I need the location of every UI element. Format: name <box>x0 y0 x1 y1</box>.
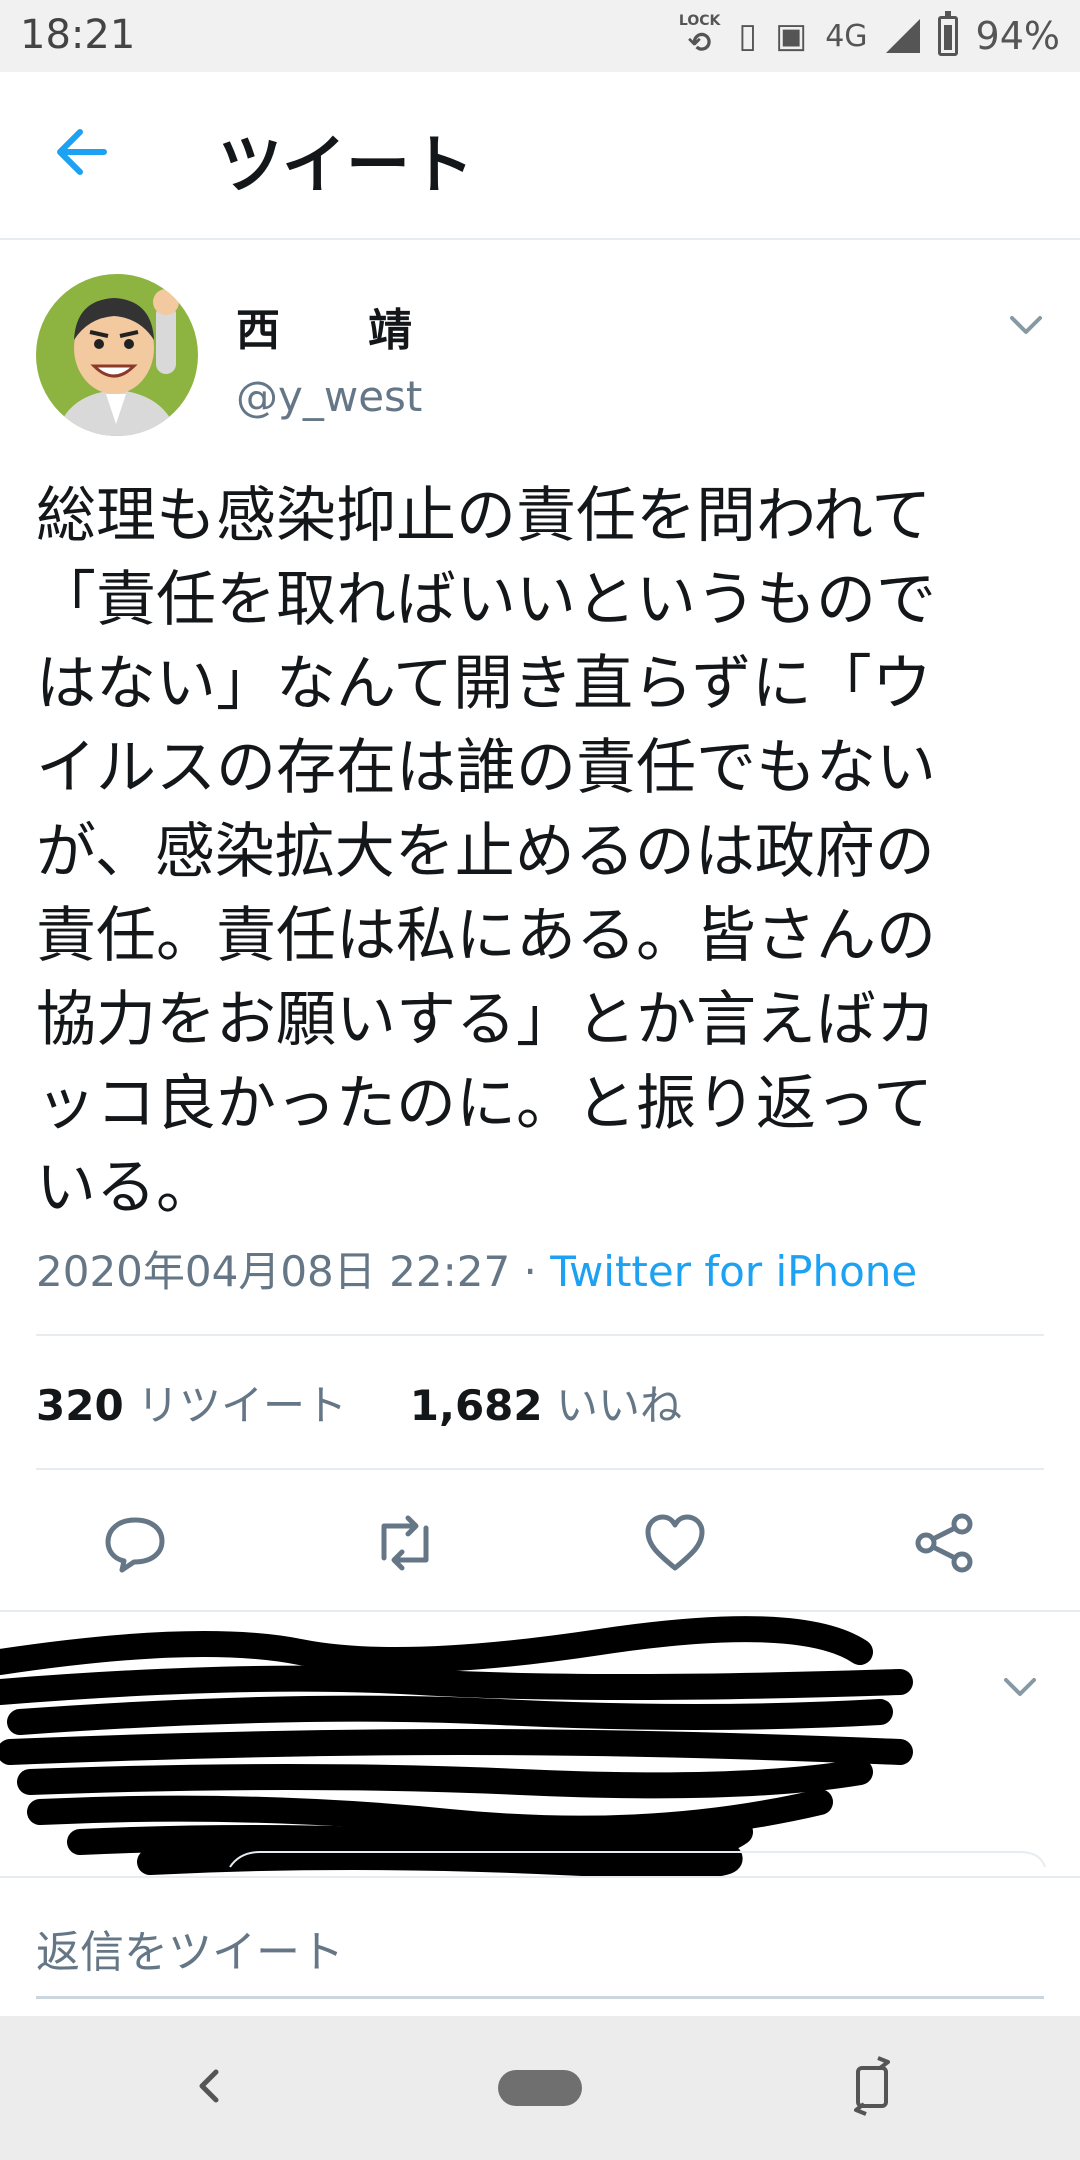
reply-input[interactable]: 返信をツイート <box>36 1916 344 1980</box>
status-icons: LOCK ⟲ ▯ ▣ 4G 94% <box>679 10 1060 62</box>
rotation-lock-icon: LOCK ⟲ <box>678 13 721 59</box>
tweet-actions <box>0 1500 1080 1584</box>
network-type: 4G <box>825 18 868 54</box>
meta-separator: · <box>510 1247 551 1296</box>
tweet-author: 西 靖 @y_west <box>36 274 1046 444</box>
status-time: 18:21 <box>20 12 136 58</box>
system-nav-bar <box>0 2016 1080 2160</box>
divider <box>36 1334 1044 1336</box>
tweet-text-line: 総理も感染抑止の責任を問われて <box>36 481 932 551</box>
top-app-bar: ツイート <box>0 72 1080 240</box>
voicemail-icon: ▣ <box>775 16 808 56</box>
tweet-meta: 2020年04月08日 22:27 · Twitter for iPhone <box>36 1238 917 1299</box>
heart-icon[interactable] <box>640 1508 710 1578</box>
nav-home-pill[interactable] <box>498 2070 582 2106</box>
share-icon[interactable] <box>910 1508 980 1578</box>
status-bar: 18:21 LOCK ⟲ ▯ ▣ 4G 94% <box>0 0 1080 72</box>
avatar-illustration <box>36 274 198 436</box>
tweet-text-line: ッコ良かったのに。と振り返って <box>36 1069 933 1139</box>
author-handle[interactable]: @y_west <box>236 372 422 421</box>
author-name[interactable]: 西 靖 <box>236 294 434 358</box>
page-title: ツイート <box>218 129 474 203</box>
tweet-stats: 320 リツイート 1,682 いいね <box>36 1372 682 1433</box>
tweet-text: 総理も感染抑止の責任を問われて 「責任を取ればいいというもので はない」なんて開… <box>36 474 1046 1230</box>
avatar[interactable] <box>36 274 198 436</box>
vibrate-icon: ▯ <box>738 16 758 56</box>
tweet-text-line: いる。 <box>36 1153 216 1223</box>
divider <box>36 1468 1044 1470</box>
like-label[interactable]: いいね <box>556 1381 682 1430</box>
retweet-icon[interactable] <box>370 1508 440 1578</box>
signal-icon <box>885 19 920 53</box>
reply-icon[interactable] <box>100 1508 170 1578</box>
divider <box>0 1876 1080 1878</box>
nav-back-icon[interactable] <box>190 2060 226 2112</box>
tweet-source-link[interactable]: Twitter for iPhone <box>550 1247 917 1296</box>
arrow-left-icon[interactable] <box>52 122 112 182</box>
tweet-timestamp: 2020年04月08日 22:27 <box>36 1247 511 1296</box>
tweet-text-line: 「責任を取ればいいというもので <box>36 565 936 635</box>
tweet-text-line: はない」なんて開き直らずに「ウ <box>36 649 932 719</box>
like-count[interactable]: 1,682 <box>410 1381 543 1430</box>
reply-tweet[interactable] <box>0 1612 1080 1876</box>
chevron-down-icon[interactable] <box>1000 1666 1040 1706</box>
rotate-screen-icon[interactable] <box>848 2054 896 2118</box>
redaction-scribble <box>0 1616 1046 1876</box>
chevron-down-icon[interactable] <box>1006 304 1046 344</box>
tweet-text-line: 協力をお願いする」とか言えばカ <box>36 985 936 1055</box>
tweet-text-line: イルスの存在は誰の責任でもない <box>36 733 936 803</box>
reply-input-underline <box>36 1996 1044 1999</box>
retweet-count[interactable]: 320 <box>36 1381 124 1430</box>
retweet-label[interactable]: リツイート <box>137 1381 347 1430</box>
tweet-text-line: 責任。責任は私にある。皆さんの <box>36 901 936 971</box>
battery-percent: 94% <box>975 14 1060 58</box>
tweet-text-line: が、感染拡大を止めるのは政府の <box>36 817 935 887</box>
battery-icon <box>937 11 958 56</box>
